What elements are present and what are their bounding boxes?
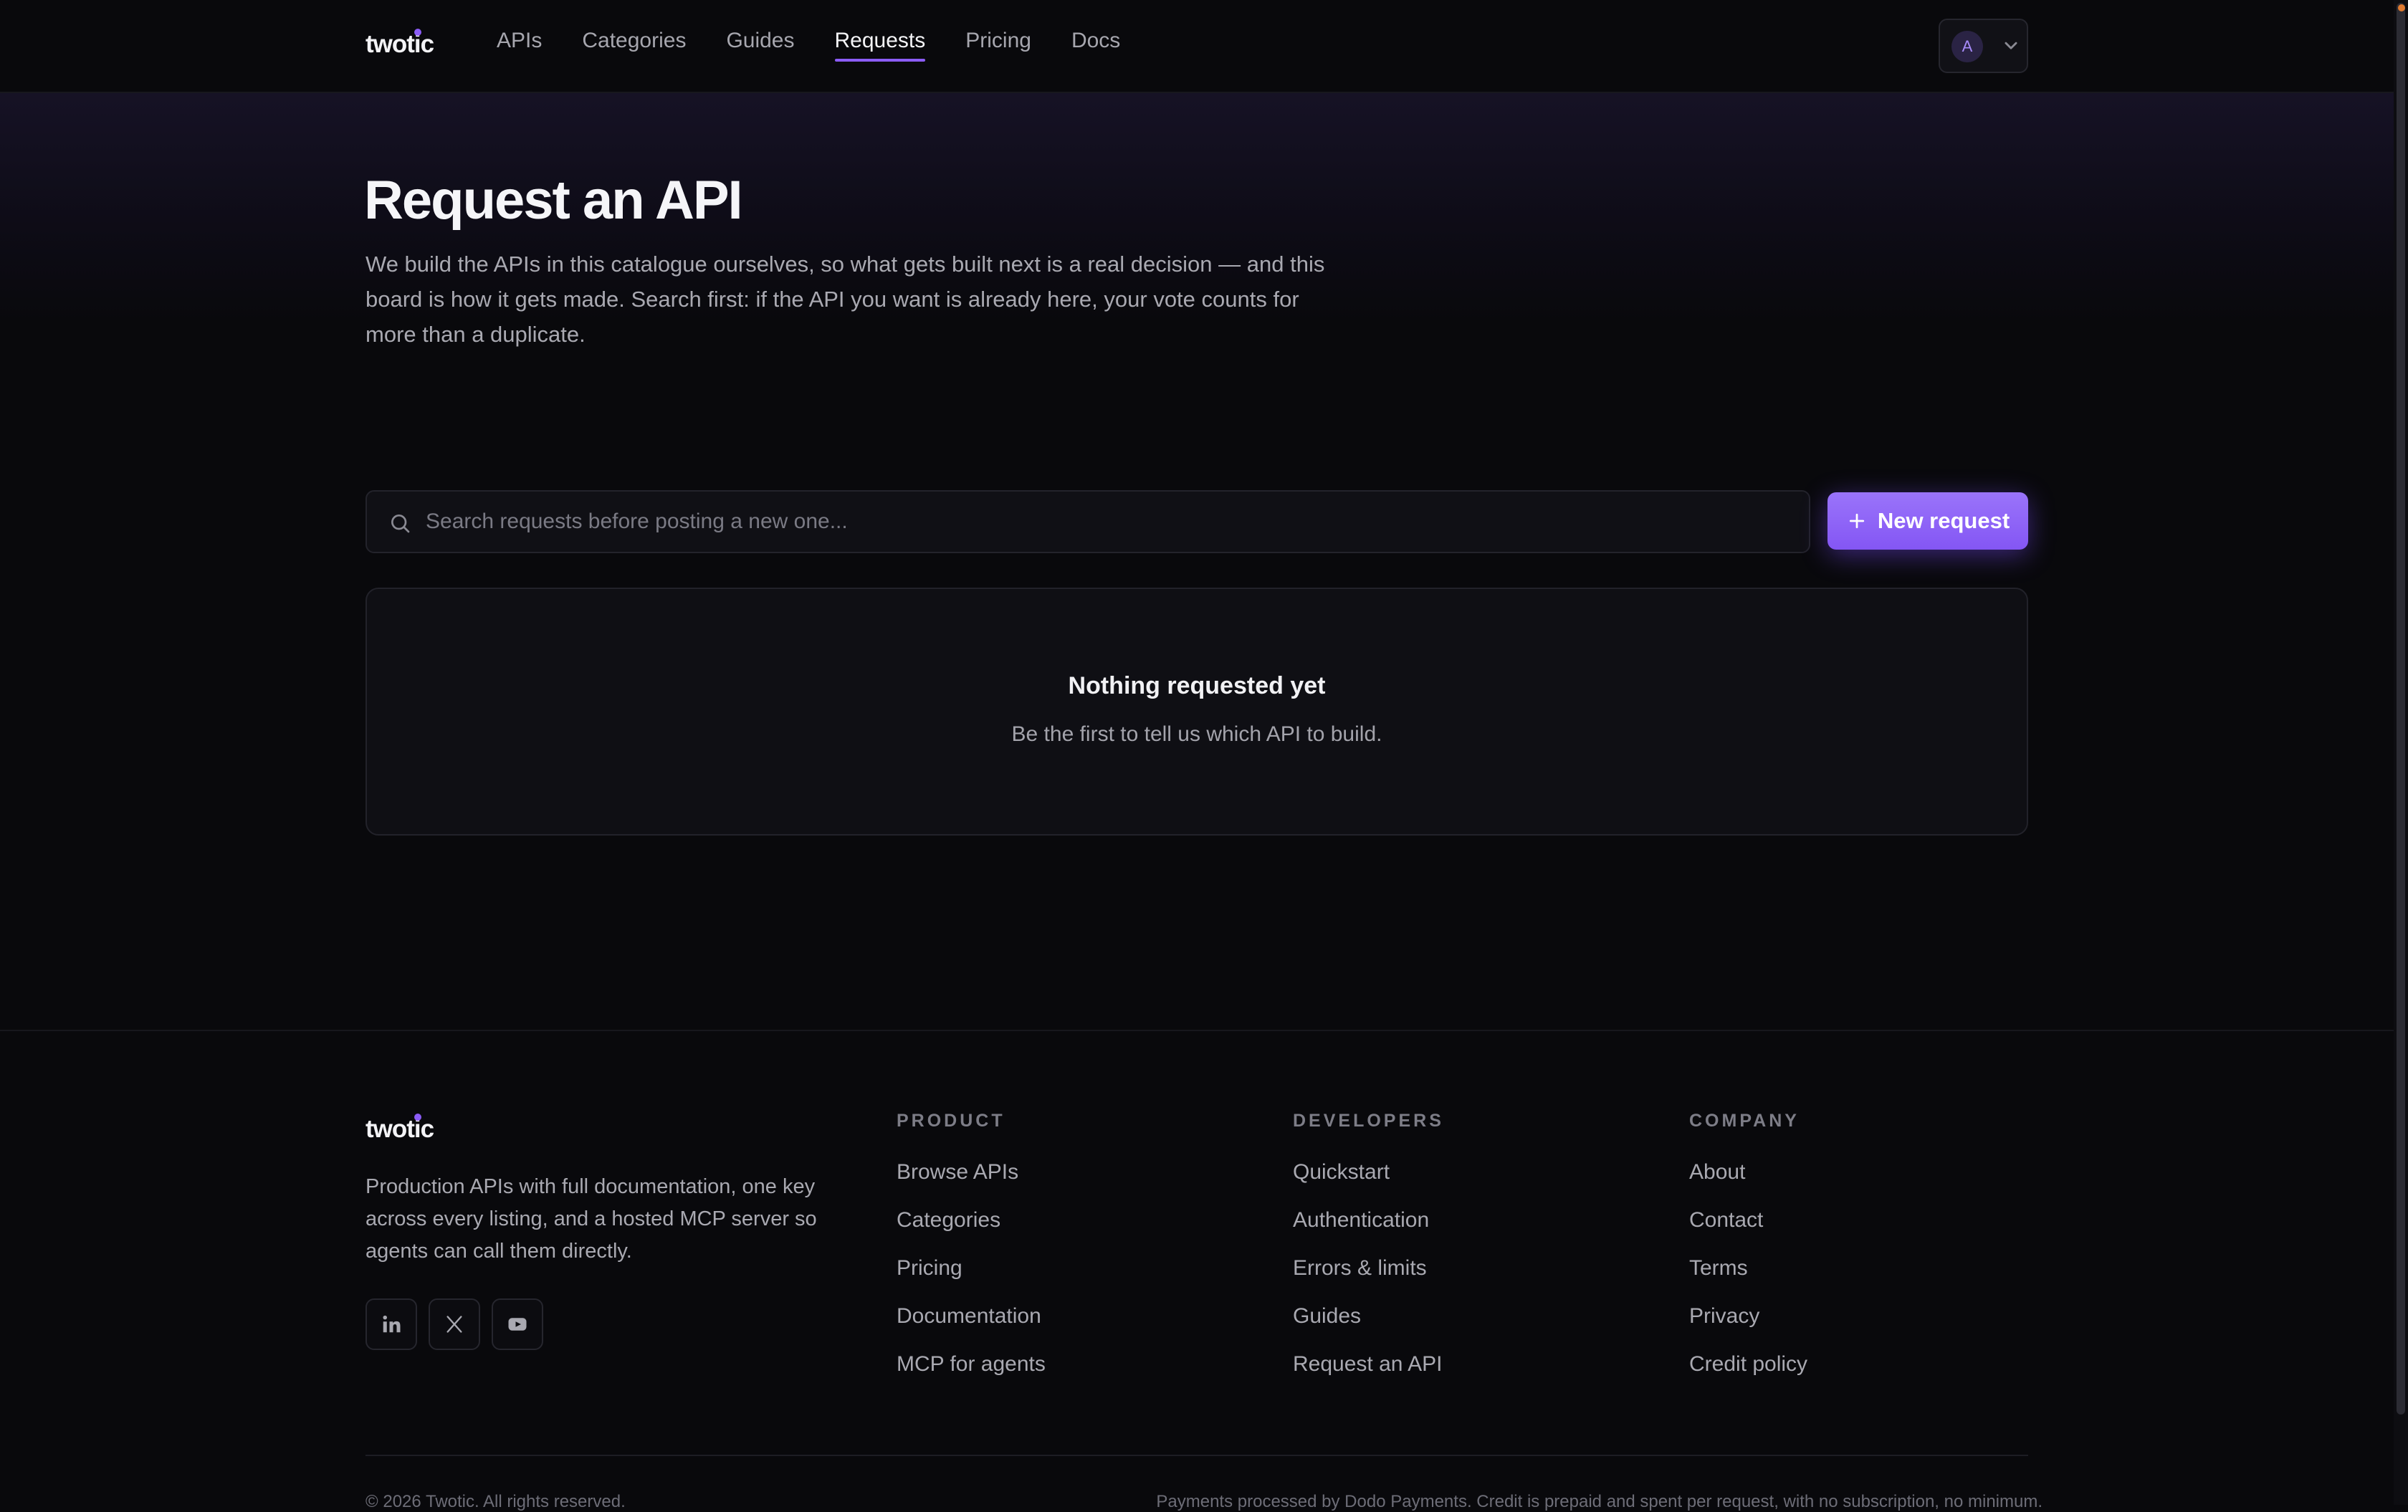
social-links [366,1298,543,1350]
plus-icon [1849,513,1864,529]
nav-item-categories[interactable]: Categories [582,29,686,62]
scrollbar-thumb[interactable] [2397,3,2405,1415]
footer-link-privacy[interactable]: Privacy [1689,1304,1807,1329]
footer-link-about[interactable]: About [1689,1160,1807,1185]
x-icon [446,1316,462,1333]
footer-link-guides[interactable]: Guides [1293,1304,1444,1329]
nav-item-apis[interactable]: APIs [497,29,542,62]
footer-link-categories[interactable]: Categories [897,1208,1046,1233]
footer-column-company: COMPANY About Contact Terms Privacy Cred… [1689,1111,1807,1400]
new-request-button[interactable]: New request [1828,492,2028,550]
footer-tagline: Production APIs with full documentation,… [366,1175,817,1263]
footer-bottom-divider [366,1455,2028,1456]
footer-brand-name: twotic [366,1115,434,1143]
x-link[interactable] [429,1298,480,1350]
footer-link-request-an-api[interactable]: Request an API [1293,1352,1444,1377]
nav-item-requests[interactable]: Requests [834,29,925,62]
requests-empty-state: Nothing requested yet Be the first to te… [366,588,2028,836]
nav-item-guides[interactable]: Guides [726,29,794,62]
footer-column-product: PRODUCT Browse APIs Categories Pricing D… [897,1111,1046,1400]
main-nav: APIs Categories Guides Requests Pricing … [497,29,1120,62]
footer-column-heading: PRODUCT [897,1111,1005,1131]
youtube-link[interactable] [492,1298,543,1350]
footer-link-mcp-for-agents[interactable]: MCP for agents [897,1352,1046,1377]
request-search-box[interactable] [366,490,1810,553]
logo-dot [414,1114,421,1121]
brand-logo[interactable]: twotic [366,29,434,59]
avatar: A [1951,31,1983,62]
footer-divider [0,1030,2394,1031]
payments-note: Payments processed by Dodo Payments. Cre… [1156,1492,2042,1511]
page-title: Request an API [364,170,743,231]
footer-link-terms[interactable]: Terms [1689,1256,1807,1281]
top-navigation-bar: twotic APIs Categories Guides Requests P… [0,0,2394,93]
empty-state-subtitle: Be the first to tell us which API to bui… [1011,722,1382,746]
footer-link-errors-limits[interactable]: Errors & limits [1293,1256,1444,1281]
youtube-icon [508,1318,527,1331]
footer-link-pricing[interactable]: Pricing [897,1256,1046,1281]
footer-link-authentication[interactable]: Authentication [1293,1208,1444,1233]
footer-link-quickstart[interactable]: Quickstart [1293,1160,1444,1185]
footer-link-credit-policy[interactable]: Credit policy [1689,1352,1807,1377]
linkedin-link[interactable] [366,1298,417,1350]
linkedin-icon [383,1315,401,1333]
notification-dot [2398,4,2405,11]
search-icon [391,515,410,533]
logo-dot [414,29,421,36]
chevron-down-icon [2005,42,2017,49]
footer-column-developers: DEVELOPERS Quickstart Authentication Err… [1293,1111,1444,1400]
account-menu-button[interactable]: A [1939,19,2028,73]
copyright-text: © 2026 Twotic. All rights reserved. [366,1492,626,1511]
footer-link-contact[interactable]: Contact [1689,1208,1807,1233]
footer-link-documentation[interactable]: Documentation [897,1304,1046,1329]
empty-state-title: Nothing requested yet [1068,672,1326,699]
brand-name: twotic [366,30,434,58]
page-scrollbar[interactable] [2394,0,2408,1505]
footer-column-heading: COMPANY [1689,1111,1800,1131]
search-input[interactable] [424,492,1786,552]
footer-link-browse-apis[interactable]: Browse APIs [897,1160,1046,1185]
nav-item-docs[interactable]: Docs [1071,29,1120,62]
footer-brand-logo[interactable]: twotic [366,1114,434,1144]
footer-column-heading: DEVELOPERS [1293,1111,1444,1131]
page-intro: We build the APIs in this catalogue ours… [366,252,1325,347]
new-request-label: New request [1877,508,2010,533]
nav-item-pricing[interactable]: Pricing [965,29,1031,62]
